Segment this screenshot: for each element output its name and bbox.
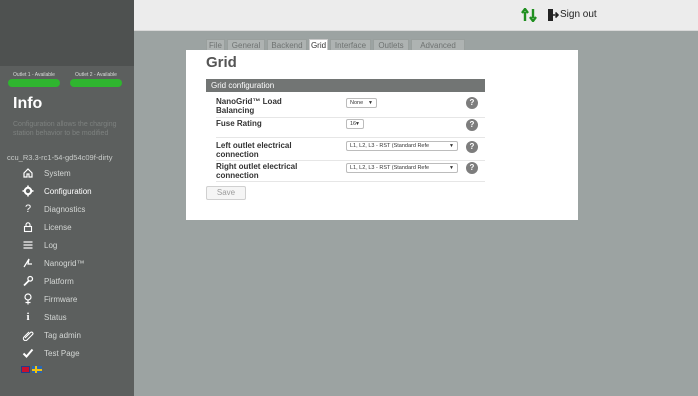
load-balancing-row: NanoGrid™ Load Balancing None ▼ ? [206,97,485,117]
firmware-icon [22,293,34,305]
info-description: Configuration allows the charging statio… [13,121,117,137]
sidebar-item-test-page[interactable]: Test Page [0,345,134,363]
help-icon[interactable]: ? [466,119,478,131]
sidebar-item-label: Diagnostics [44,205,86,214]
list-icon [22,239,34,251]
outlet-2-label: Outlet 2 - Available [75,72,117,78]
sidebar-header [0,0,134,66]
help-icon[interactable]: ? [466,97,478,109]
select-value: None [350,100,364,106]
help-icon[interactable]: ? [466,141,478,153]
outlet-1-bar [8,79,60,87]
page-title: Grid [206,54,237,71]
sidebar-item-firmware[interactable]: Firmware [0,291,134,309]
outlet-2-bar [70,79,122,87]
sidebar-item-diagnostics[interactable]: ? Diagnostics [0,201,134,219]
left-outlet-row: Left outlet electrical connection L1, L2… [206,137,485,161]
language-flags [21,366,42,374]
sidebar-item-label: System [44,169,71,178]
sidebar-item-label: License [44,223,72,232]
row-divider [216,117,485,118]
sidebar-item-platform[interactable]: Platform [0,273,134,291]
sidebar: Outlet 1 - Available Outlet 2 - Availabl… [0,0,134,396]
right-outlet-label: Right outlet electrical connection [216,162,298,180]
sidebar-nav: System Configuration ? Diagnostics Licen… [0,165,134,363]
lock-icon [22,221,34,233]
firmware-version: ccu_R3.3-rc1-54-gd54c09f-dirty [7,153,113,162]
outlet-status-group: Outlet 1 - Available Outlet 2 - Availabl… [8,72,132,90]
help-icon[interactable]: ? [466,162,478,174]
sidebar-item-configuration[interactable]: Configuration [0,183,134,201]
home-icon [22,167,34,179]
sidebar-item-tag-admin[interactable]: Tag admin [0,327,134,345]
check-icon [22,347,34,359]
select-value: L1, L2, L3 - RST (Standard Refe [350,165,430,171]
sidebar-item-label: Log [44,241,58,250]
sidebar-item-label: Firmware [44,295,78,304]
wrench-icon [22,275,34,287]
sidebar-item-system[interactable]: System [0,165,134,183]
dropdown-caret-icon: ▼ [355,121,360,127]
info-title: Info [13,95,43,112]
tag-icon [22,329,34,342]
dropdown-caret-icon: ▼ [449,165,454,171]
fuse-rating-select[interactable]: 16 ▼ [346,119,364,129]
sidebar-item-label: Tag admin [44,331,81,340]
section-header: Grid configuration [206,79,485,92]
transfer-arrows-icon [521,7,537,23]
outlet-1-status: Outlet 1 - Available [8,72,60,88]
load-balancing-select[interactable]: None ▼ [346,98,377,108]
save-button[interactable]: Save [206,186,246,200]
sidebar-item-label: Test Page [44,349,80,358]
grid-config-panel: Grid Grid configuration NanoGrid™ Load B… [186,50,578,220]
sidebar-item-nanogrid[interactable]: Nanogrid™ [0,255,134,273]
dropdown-caret-icon: ▼ [368,100,373,106]
nanogrid-icon [22,257,34,269]
outlet-2-status: Outlet 2 - Available [70,72,122,88]
select-value: L1, L2, L3 - RST (Standard Refe [350,143,430,149]
english-flag-icon[interactable] [21,366,30,373]
top-bar: Sign out [134,0,698,31]
sidebar-item-log[interactable]: Log [0,237,134,255]
sign-out-label: Sign out [560,9,597,20]
right-outlet-row: Right outlet electrical connection L1, L… [206,160,485,182]
question-icon: ? [24,203,32,215]
dropdown-caret-icon: ▼ [449,143,454,149]
sidebar-item-label: Status [44,313,67,322]
row-divider [216,181,485,182]
left-outlet-select[interactable]: L1, L2, L3 - RST (Standard Refe ▼ [346,141,458,151]
load-balancing-label: NanoGrid™ Load Balancing [216,97,282,115]
gear-icon [22,185,34,197]
outlet-1-label: Outlet 1 - Available [13,72,55,78]
swedish-flag-icon[interactable] [32,366,42,373]
sidebar-item-label: Platform [44,277,74,286]
sign-out-icon [547,8,560,22]
sidebar-item-label: Configuration [44,187,92,196]
sidebar-item-license[interactable]: License [0,219,134,237]
sidebar-item-status[interactable]: i Status [0,309,134,327]
row-divider [216,137,485,138]
fuse-rating-label: Fuse Rating [216,119,262,128]
fuse-rating-row: Fuse Rating 16 ▼ ? [206,117,485,133]
right-outlet-select[interactable]: L1, L2, L3 - RST (Standard Refe ▼ [346,163,458,173]
left-outlet-label: Left outlet electrical connection [216,141,292,159]
sidebar-item-label: Nanogrid™ [44,259,85,268]
row-divider [216,160,485,161]
info-icon: i [26,311,30,323]
